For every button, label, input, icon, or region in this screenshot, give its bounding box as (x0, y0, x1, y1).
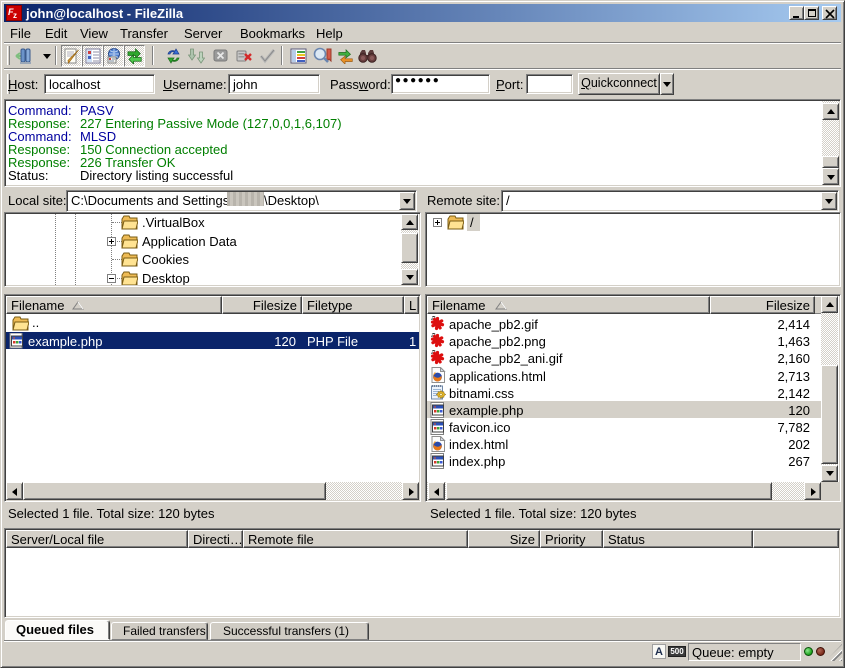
svg-text:z: z (13, 11, 17, 20)
